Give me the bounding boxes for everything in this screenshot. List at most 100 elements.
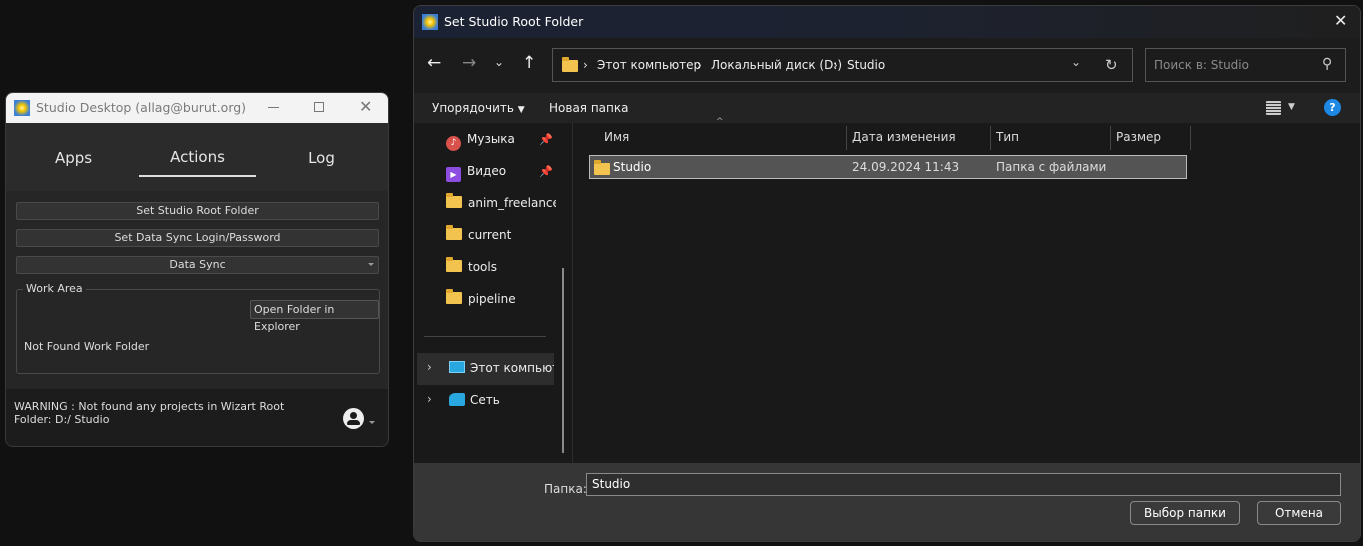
window-title: Studio Desktop (allag@burut.org) — [36, 100, 247, 115]
column-separator[interactable] — [990, 126, 991, 150]
avatar-menu-chevron-icon[interactable] — [369, 421, 375, 424]
breadcrumb-computer[interactable]: Этот компьютер — [597, 58, 701, 72]
pin-icon[interactable]: 📌 — [539, 133, 553, 146]
column-separator[interactable] — [1110, 126, 1111, 150]
divider — [424, 336, 546, 337]
recent-locations-chevron-icon[interactable]: ⌄ — [494, 55, 504, 69]
nav-item-music[interactable]: ♪ Музыка — [446, 128, 515, 151]
data-sync-dropdown[interactable]: Data Sync — [16, 256, 379, 274]
nav-label: Музыка — [467, 132, 515, 146]
minimize-icon[interactable] — [268, 107, 279, 108]
tree-item-this-pc[interactable]: › Этот компьютер — [417, 353, 554, 385]
file-date: 24.09.2024 11:43 — [852, 160, 960, 174]
studio-desktop-window: Studio Desktop (allag@burut.org) ✕ Apps … — [5, 92, 389, 447]
nav-scrollbar[interactable] — [562, 268, 564, 453]
tree-label: Сеть — [470, 393, 500, 407]
navigation-bar: ← → ⌄ ↑ › Этот компьютер › Локальный дис… — [414, 38, 1360, 93]
folder-icon — [562, 57, 578, 72]
pane-splitter[interactable] — [572, 123, 573, 463]
tab-log[interactable]: Log — [274, 149, 369, 167]
warning-text: WARNING : Not found any projects in Wiza… — [14, 400, 285, 426]
set-data-sync-login-button[interactable]: Set Data Sync Login/Password — [16, 229, 379, 247]
help-icon[interactable]: ? — [1324, 99, 1341, 116]
expand-chevron-icon[interactable]: › — [427, 392, 432, 406]
column-header-date[interactable]: Дата изменения — [852, 123, 956, 151]
nav-item-video[interactable]: ▶ Видео — [446, 160, 506, 182]
folder-icon — [594, 160, 610, 175]
search-input[interactable]: Поиск в: Studio ⚲ — [1145, 48, 1346, 82]
expand-chevron-icon[interactable]: › — [427, 360, 432, 374]
tab-bar: Apps Actions Log — [6, 123, 388, 191]
tab-apps[interactable]: Apps — [26, 149, 121, 167]
title-bar: Studio Desktop (allag@burut.org) ✕ — [6, 93, 388, 123]
refresh-icon[interactable]: ↻ — [1105, 56, 1118, 74]
view-dropdown-icon[interactable]: ▼ — [1288, 102, 1295, 112]
status-footer: WARNING : Not found any projects in Wiza… — [6, 389, 388, 446]
tab-actions[interactable]: Actions — [139, 148, 256, 166]
network-icon — [449, 393, 465, 406]
dialog-title-bar: Set Studio Root Folder ✕ — [414, 6, 1360, 38]
cancel-button[interactable]: Отмена — [1257, 501, 1341, 525]
dialog-title: Set Studio Root Folder — [444, 14, 584, 29]
folder-name-input[interactable]: Studio — [586, 473, 1341, 496]
file-type: Папка с файлами — [996, 160, 1107, 174]
video-icon: ▶ — [446, 167, 461, 182]
column-header-type[interactable]: Тип — [996, 123, 1019, 151]
music-icon: ♪ — [446, 136, 461, 151]
search-icon: ⚲ — [1322, 56, 1333, 72]
app-icon — [14, 100, 30, 116]
organize-label: Упорядочить — [432, 101, 514, 115]
data-sync-label: Data Sync — [169, 258, 226, 271]
set-studio-root-folder-button[interactable]: Set Studio Root Folder — [16, 202, 379, 220]
close-icon[interactable]: ✕ — [1334, 11, 1347, 30]
address-bar[interactable]: › Этот компьютер › Локальный диск (D:) ›… — [552, 48, 1133, 82]
file-name: Studio — [613, 160, 652, 174]
work-folder-status: Not Found Work Folder — [24, 340, 150, 353]
address-history-chevron-icon[interactable]: ⌄ — [1071, 55, 1081, 69]
select-folder-button[interactable]: Выбор папки — [1130, 501, 1240, 525]
command-bar: Упорядочить ▼ Новая папка ▼ ? — [414, 93, 1360, 123]
nav-item-pipeline[interactable]: pipeline — [446, 288, 516, 310]
up-icon[interactable]: ↑ — [522, 53, 536, 73]
close-icon[interactable]: ✕ — [359, 97, 372, 116]
sort-ascending-icon: ^ — [716, 117, 724, 127]
nav-label: Видео — [467, 164, 507, 178]
pin-icon[interactable]: 📌 — [539, 165, 553, 178]
tree-item-network[interactable]: › Сеть — [417, 385, 554, 417]
navigation-pane: ♪ Музыка 📌 ▶ Видео 📌 anim_freelance_ curre… — [414, 123, 574, 463]
column-header-size[interactable]: Размер — [1116, 123, 1161, 151]
folder-label: Папка: — [544, 482, 587, 496]
column-separator[interactable] — [846, 126, 847, 150]
back-icon[interactable]: ← — [427, 53, 441, 73]
column-header-name[interactable]: Имя — [604, 123, 629, 151]
organize-button[interactable]: Упорядочить ▼ — [432, 101, 525, 115]
nav-label: tools — [468, 260, 497, 274]
view-options-icon[interactable] — [1266, 101, 1281, 115]
dropdown-arrow-icon: ▼ — [517, 105, 525, 115]
folder-icon — [446, 257, 462, 272]
computer-icon — [449, 361, 465, 373]
active-tab-indicator — [139, 175, 256, 177]
folder-name-value: Studio — [592, 477, 631, 491]
breadcrumb-drive[interactable]: Локальный диск (D:) — [711, 58, 842, 72]
folder-picker-dialog: Set Studio Root Folder ✕ ← → ⌄ ↑ › Этот … — [413, 5, 1361, 542]
search-placeholder: Поиск в: Studio — [1154, 58, 1249, 72]
user-avatar-icon[interactable] — [343, 408, 364, 429]
new-folder-button[interactable]: Новая папка — [549, 101, 628, 115]
file-row[interactable]: Studio 24.09.2024 11:43 Папка с файлами — [589, 155, 1187, 179]
nav-label: current — [468, 228, 512, 242]
app-icon — [422, 14, 438, 30]
nav-item-tools[interactable]: tools — [446, 256, 497, 278]
tree-label: Этот компьютер — [470, 361, 554, 375]
column-separator[interactable] — [1190, 126, 1191, 150]
nav-item-current[interactable]: current — [446, 224, 511, 246]
breadcrumb-studio[interactable]: Studio — [847, 58, 885, 72]
maximize-icon[interactable] — [314, 102, 324, 112]
work-area-title: Work Area — [23, 282, 86, 295]
folder-icon — [446, 289, 462, 304]
folder-icon — [446, 193, 462, 208]
forward-icon[interactable]: → — [462, 53, 476, 73]
open-folder-button[interactable]: Open Folder in Explorer — [250, 300, 379, 333]
nav-label: pipeline — [468, 292, 516, 306]
nav-item-anim-freelance[interactable]: anim_freelance_ — [446, 192, 556, 214]
